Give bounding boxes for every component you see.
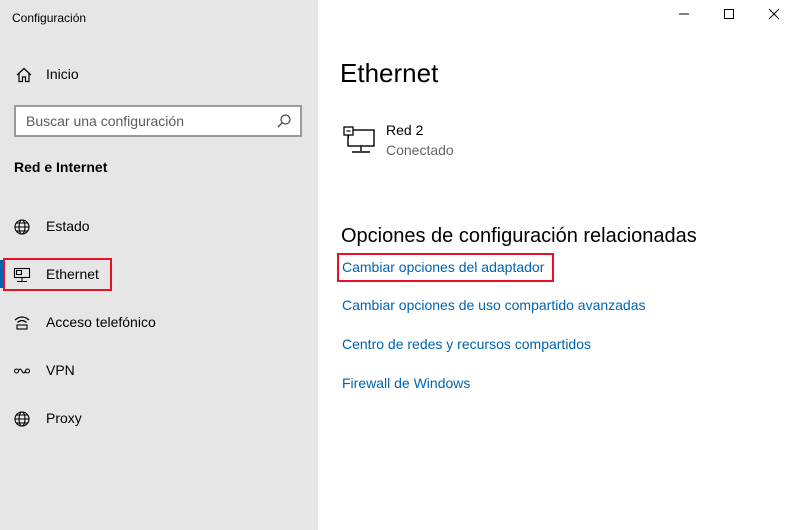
sidebar-item-proxy[interactable]: Proxy [0, 400, 318, 436]
windows-firewall-link[interactable]: Firewall de Windows [342, 375, 470, 391]
home-label: Inicio [46, 66, 79, 82]
advanced-sharing-options-link[interactable]: Cambiar opciones de uso compartido avanz… [342, 297, 646, 313]
adapter-link-highlight-box [337, 253, 554, 282]
minimize-icon [678, 7, 690, 25]
section-title: Red e Internet [14, 159, 108, 175]
sidebar: Configuración Inicio Red e Internet Esta… [0, 0, 318, 530]
sidebar-item-estado[interactable]: Estado [0, 208, 318, 244]
main-content: Ethernet Red 2 Conectado Opciones de con… [318, 0, 796, 530]
network-name: Red 2 [386, 122, 424, 138]
window-title: Configuración [12, 11, 87, 25]
dial-up-icon [13, 314, 31, 330]
search-box[interactable] [14, 105, 302, 137]
search-icon[interactable] [276, 113, 292, 129]
search-input[interactable] [16, 107, 266, 135]
maximize-icon [723, 7, 735, 25]
sidebar-item-label: Estado [46, 218, 90, 234]
network-sharing-center-link[interactable]: Centro de redes y recursos compartidos [342, 336, 591, 352]
minimize-button[interactable] [661, 0, 707, 32]
home-icon [15, 66, 33, 84]
globe-icon [13, 218, 31, 235]
close-button[interactable] [751, 0, 796, 32]
close-icon [768, 7, 780, 25]
network-entry[interactable]: Red 2 Conectado [340, 120, 640, 164]
sidebar-item-dialup[interactable]: Acceso telefónico [0, 304, 318, 340]
globe-icon [13, 410, 31, 427]
home-nav-item[interactable]: Inicio [0, 58, 318, 90]
sidebar-item-label: VPN [46, 362, 75, 378]
sidebar-item-label: Proxy [46, 410, 82, 426]
maximize-button[interactable] [706, 0, 752, 32]
network-status: Conectado [386, 142, 454, 158]
sidebar-item-label: Acceso telefónico [46, 314, 156, 330]
page-title: Ethernet [340, 58, 439, 88]
ethernet-network-icon [342, 124, 376, 156]
ethernet-highlight-box [3, 258, 112, 291]
vpn-icon [13, 362, 31, 378]
sidebar-item-vpn[interactable]: VPN [0, 352, 318, 388]
related-settings-title: Opciones de configuración relacionadas [341, 225, 697, 247]
